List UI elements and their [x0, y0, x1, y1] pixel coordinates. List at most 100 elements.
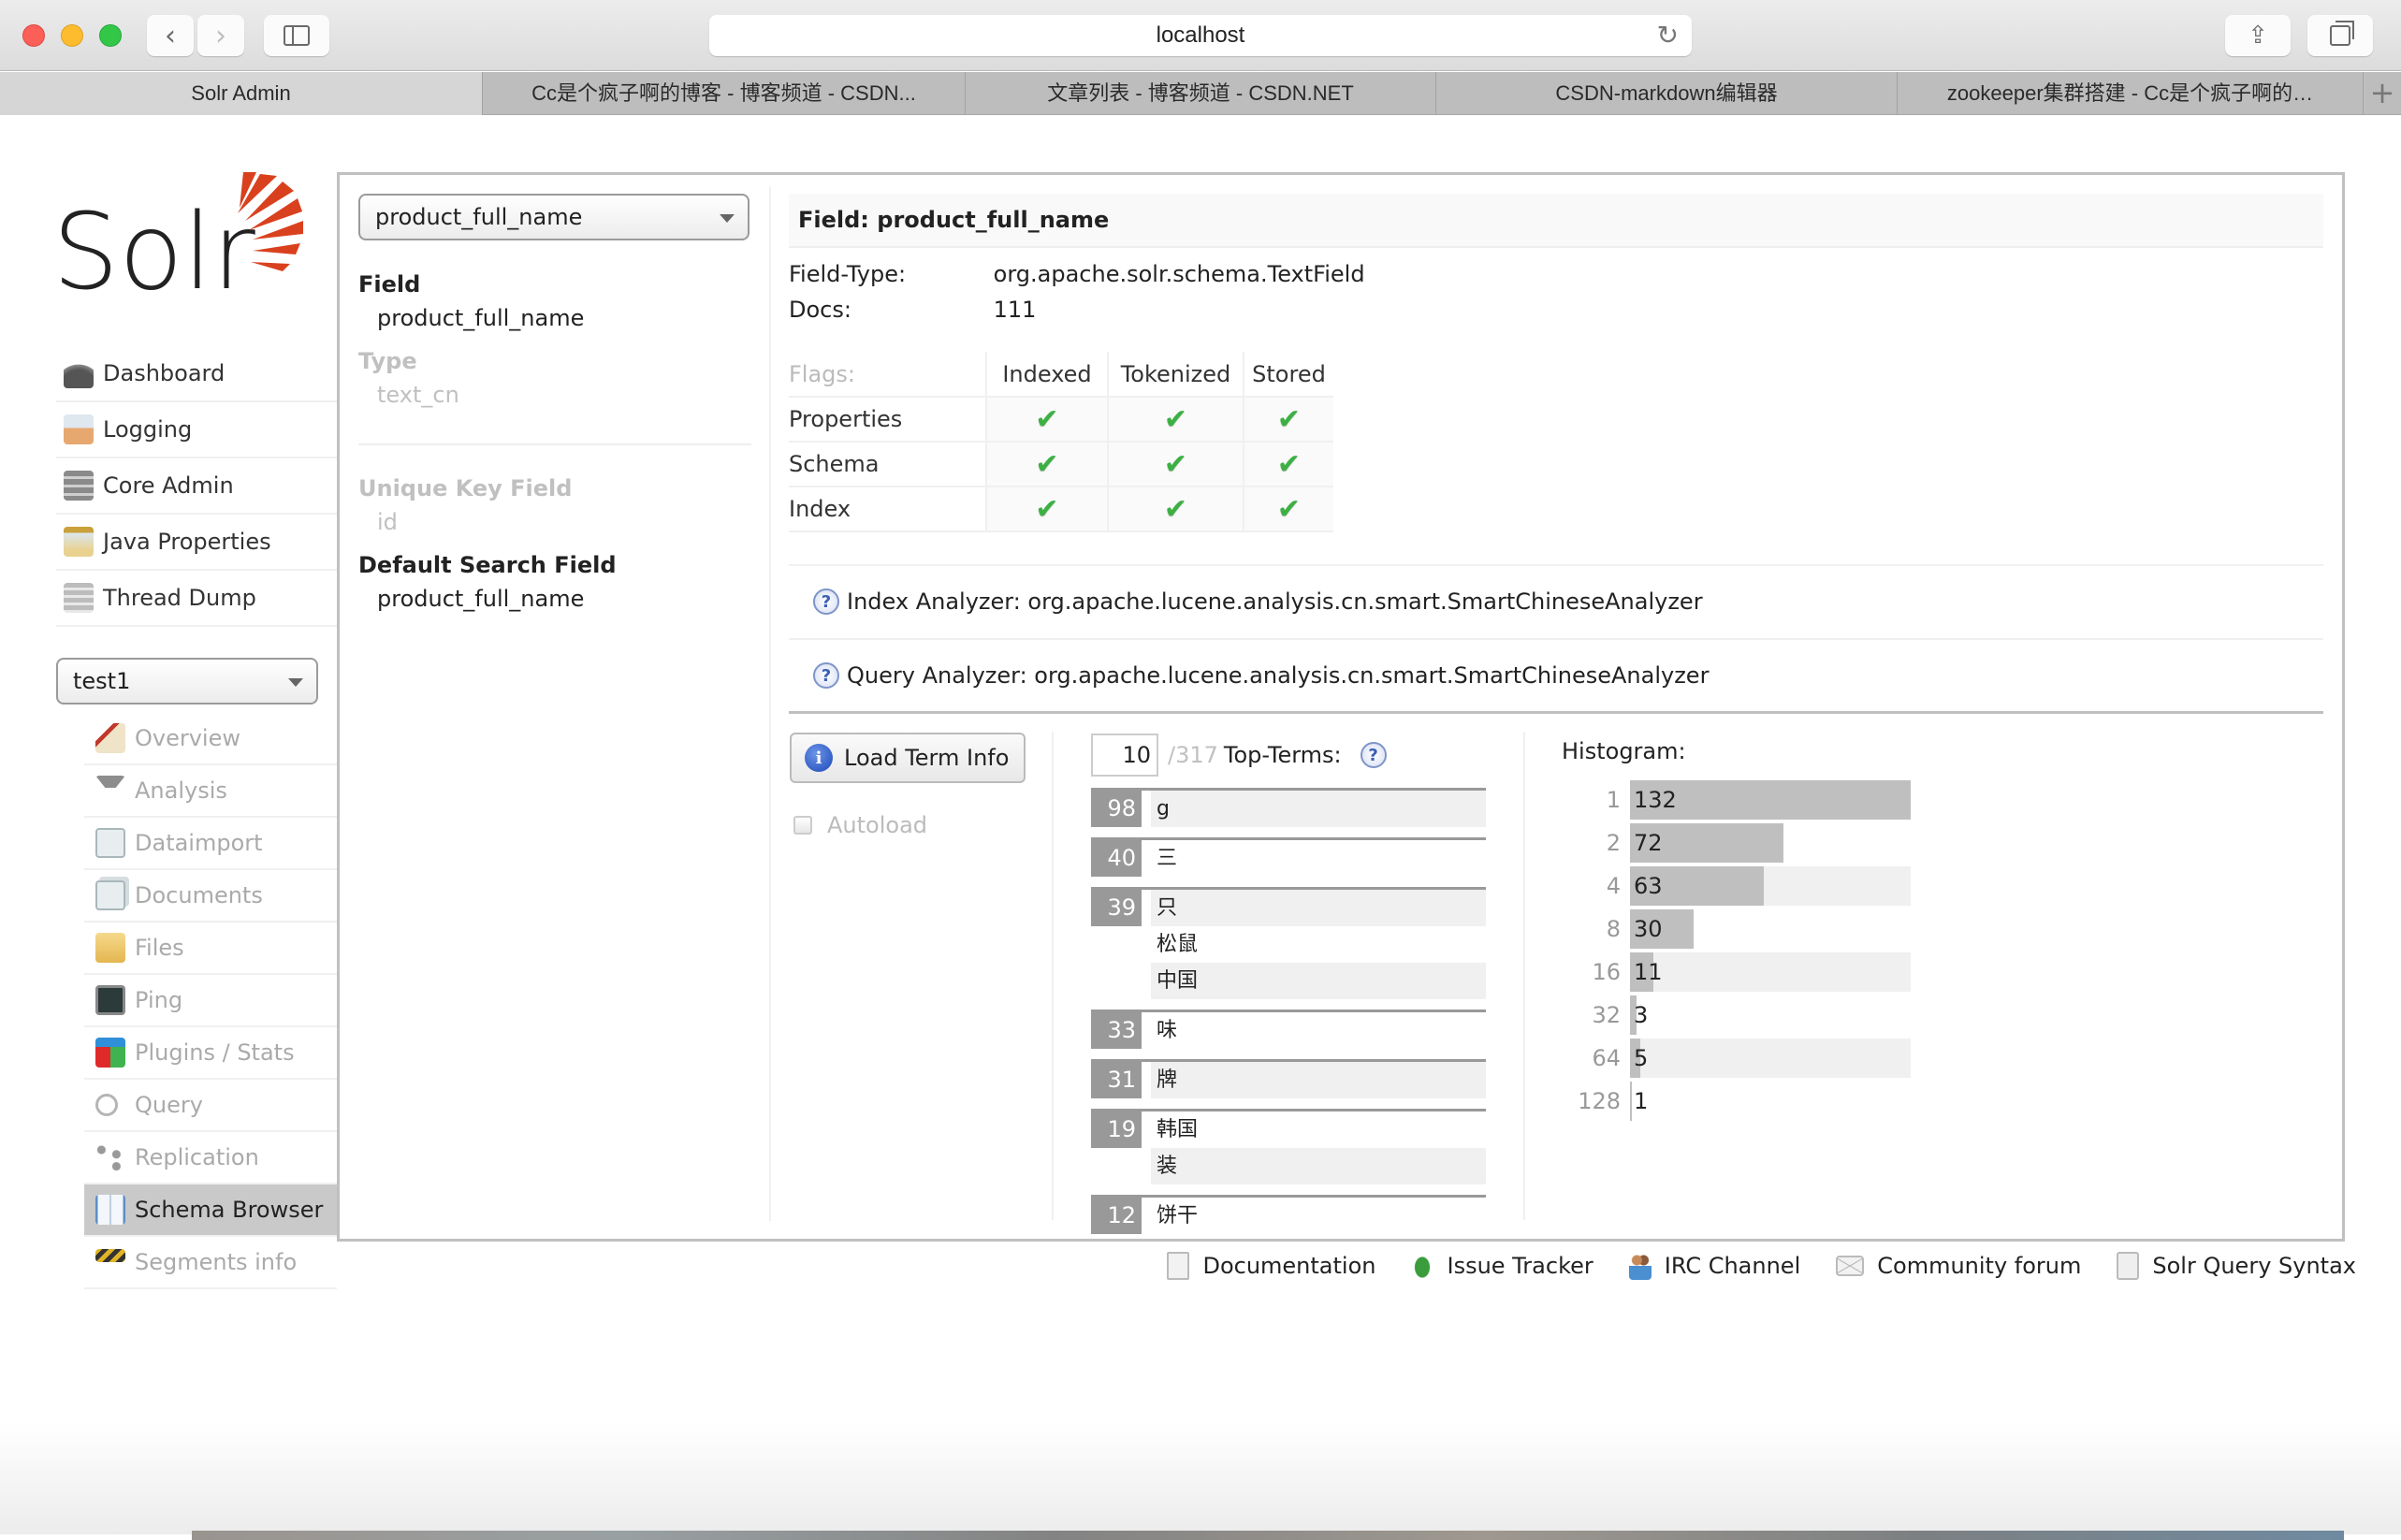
term-link[interactable]: 饼干 [1151, 1198, 1486, 1234]
footer-link-label: Issue Tracker [1447, 1253, 1593, 1279]
browser-tab[interactable]: Solr Admin [0, 72, 483, 115]
help-icon[interactable]: ? [1360, 742, 1387, 768]
share-button[interactable]: ⇪ [2225, 15, 2291, 56]
solr-logo[interactable]: Solr [52, 168, 305, 299]
footer-link-community-forum[interactable]: Community forum [1836, 1252, 2081, 1280]
term-link[interactable]: 三 [1151, 840, 1486, 877]
term-group: 98 g [1091, 788, 1486, 827]
core-nav-segments-info[interactable]: Segments info [84, 1237, 337, 1289]
folder-icon [95, 933, 125, 963]
load-term-info-button[interactable]: i Load Term Info [790, 733, 1026, 783]
browser-tab[interactable]: Cc是个疯子啊的博客 - 博客频道 - CSDN... [483, 72, 966, 115]
footer-links: Documentation Issue Tracker IRC Channel … [1167, 1252, 2356, 1280]
back-button[interactable]: ‹ [147, 15, 194, 56]
reload-icon[interactable]: ↻ [1657, 15, 1679, 56]
term-frequency: 40 [1091, 840, 1142, 877]
query-analyzer-text: Query Analyzer: org.apache.lucene.analys… [847, 662, 1710, 689]
type-value[interactable]: text_cn [358, 382, 751, 408]
nav-item-dashboard[interactable]: Dashboard [56, 346, 337, 402]
term-frequency: 98 [1091, 791, 1142, 827]
term-link[interactable]: g [1151, 791, 1486, 827]
new-tab-button[interactable]: + [2364, 72, 2401, 114]
minimize-window-button[interactable] [61, 24, 83, 47]
query-analyzer-row[interactable]: ? Query Analyzer: org.apache.lucene.anal… [789, 638, 2323, 711]
replication-icon [95, 1142, 125, 1172]
footer-link-documentation[interactable]: Documentation [1167, 1252, 1375, 1280]
nav-item-core-admin[interactable]: Core Admin [56, 458, 337, 515]
browser-tab[interactable]: CSDN-markdown编辑器 [1436, 72, 1898, 115]
field-label: Field [358, 271, 421, 298]
core-nav-plugins-stats[interactable]: Plugins / Stats [84, 1027, 337, 1080]
core-nav-dataimport[interactable]: Dataimport [84, 818, 337, 870]
histogram-value: 132 [1634, 787, 1677, 813]
histogram-key: 2 [1606, 830, 1621, 856]
nav-item-logging[interactable]: Logging [56, 402, 337, 458]
field-type-label: Field-Type: [789, 261, 907, 287]
histogram-value: 3 [1634, 1002, 1649, 1028]
address-bar[interactable]: localhost ↻ [709, 15, 1692, 56]
field-selector[interactable]: product_full_name [358, 194, 749, 240]
core-nav-overview[interactable]: Overview [84, 713, 337, 765]
core-nav-documents[interactable]: Documents [84, 870, 337, 923]
close-window-button[interactable] [22, 24, 45, 47]
core-nav-schema-browser[interactable]: Schema Browser [84, 1184, 337, 1237]
core-nav-query[interactable]: Query [84, 1080, 337, 1132]
histogram-key: 1 [1606, 787, 1621, 813]
term-link[interactable]: 味 [1151, 1012, 1486, 1049]
show-sidebar-button[interactable] [264, 15, 329, 56]
term-frequency: 31 [1091, 1062, 1142, 1098]
footer-link-label: Community forum [1877, 1253, 2082, 1279]
chevron-down-icon [288, 678, 303, 687]
core-nav-analysis[interactable]: Analysis [84, 765, 337, 818]
core-nav-label: Replication [135, 1144, 259, 1170]
help-icon[interactable]: ? [813, 662, 839, 689]
footer-link-irc-channel[interactable]: IRC Channel [1628, 1252, 1800, 1280]
nav-item-thread-dump[interactable]: Thread Dump [56, 571, 337, 627]
default-search-value[interactable]: product_full_name [358, 586, 751, 612]
autoload-toggle[interactable]: Autoload [793, 812, 927, 838]
browser-tab[interactable]: zookeeper集群搭建 - Cc是个疯子啊的… [1898, 72, 2364, 115]
tab-bar: Solr Admin Cc是个疯子啊的博客 - 博客频道 - CSDN... 文… [0, 72, 2401, 115]
query-syntax-icon [2117, 1252, 2140, 1280]
ping-monitor-icon [95, 985, 125, 1015]
top-terms-header: 10 /317 Top-Terms: ? [1091, 734, 1394, 777]
dashboard-icon [64, 358, 94, 388]
top-terms-count-input[interactable]: 10 [1091, 734, 1158, 777]
bug-icon [1411, 1252, 1434, 1280]
chevron-down-icon [720, 214, 735, 223]
autoload-checkbox[interactable] [793, 816, 812, 835]
term-link[interactable]: 只 [1151, 890, 1486, 926]
index-analyzer-row[interactable]: ? Index Analyzer: org.apache.lucene.anal… [789, 564, 2323, 637]
field-selector-value: product_full_name [375, 204, 583, 230]
term-link[interactable]: 牌 [1151, 1062, 1486, 1098]
magnifier-icon [95, 1094, 118, 1116]
term-link[interactable]: 中国 [1151, 963, 1486, 999]
help-icon[interactable]: ? [813, 588, 839, 615]
field-value[interactable]: product_full_name [358, 305, 751, 331]
unique-key-value[interactable]: id [358, 509, 751, 535]
nav-item-label: Core Admin [103, 472, 234, 499]
footer-link-label: Documentation [1202, 1253, 1376, 1279]
term-link[interactable]: 装 [1151, 1148, 1486, 1184]
core-selector-value: test1 [73, 668, 131, 694]
field-type-row: Field-Type: org.apache.solr.schema.TextF… [789, 261, 1365, 287]
core-nav-files[interactable]: Files [84, 923, 337, 975]
logo-text: Solr [52, 192, 255, 299]
term-link[interactable]: 韩国 [1151, 1111, 1486, 1148]
zoom-window-button[interactable] [99, 24, 122, 47]
core-nav-label: Overview [135, 725, 240, 751]
browser-tab[interactable]: 文章列表 - 博客频道 - CSDN.NET [966, 72, 1436, 115]
forward-button[interactable]: › [197, 15, 244, 56]
core-nav-ping[interactable]: Ping [84, 975, 337, 1027]
core-nav-replication[interactable]: Replication [84, 1132, 337, 1184]
core-selector[interactable]: test1 [56, 658, 318, 705]
tab-overview-button[interactable] [2307, 15, 2373, 56]
histogram-track: 5 [1630, 1039, 1911, 1078]
histogram-key: 16 [1592, 959, 1621, 985]
term-link[interactable]: 松鼠 [1151, 926, 1486, 963]
nav-item-java-properties[interactable]: Java Properties [56, 515, 337, 571]
nav-item-label: Thread Dump [103, 585, 256, 611]
footer-link-solr-query-syntax[interactable]: Solr Query Syntax [2117, 1252, 2356, 1280]
histogram-row: 64 5 [1563, 1037, 1911, 1080]
footer-link-issue-tracker[interactable]: Issue Tracker [1411, 1252, 1593, 1280]
